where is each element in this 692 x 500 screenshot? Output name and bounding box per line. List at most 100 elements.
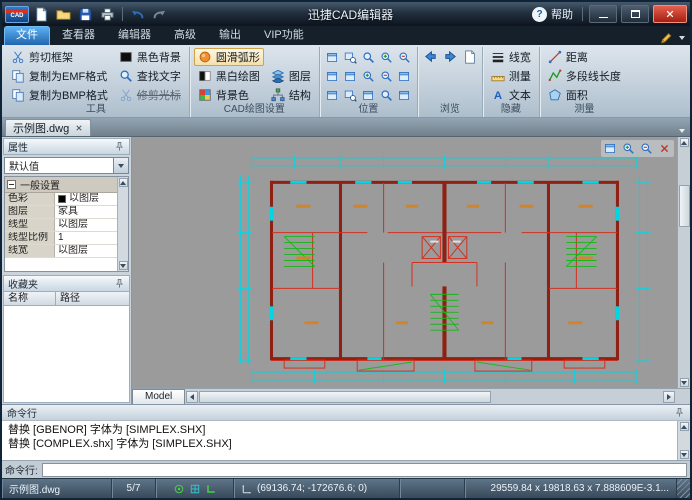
area-button[interactable]: 面积 (544, 86, 625, 104)
property-value[interactable]: 以图层 (55, 245, 117, 257)
viewport-close-button[interactable] (657, 141, 672, 156)
save-icon[interactable] (76, 5, 95, 23)
zoom-previous-button[interactable] (360, 86, 377, 104)
black-background-button[interactable]: 黑色背景 (115, 48, 185, 66)
viewport-zoom-window-button[interactable] (603, 141, 618, 156)
bw-drawing-button[interactable]: 黑白绘图 (194, 67, 264, 85)
redo-icon[interactable] (150, 5, 169, 23)
property-value[interactable]: 家具 (55, 206, 117, 218)
model-tab[interactable]: Model (132, 389, 185, 404)
new-file-icon[interactable] (32, 5, 51, 23)
properties-preset-select[interactable]: 默认值 (4, 157, 129, 174)
measure-toggle-button[interactable]: 测量 (487, 67, 535, 85)
pin-icon[interactable] (674, 407, 685, 418)
command-scrollbar[interactable] (677, 421, 690, 460)
scrollbar-thumb[interactable] (679, 185, 690, 227)
chevron-down-icon[interactable] (679, 36, 685, 40)
scroll-left-icon[interactable] (186, 391, 198, 403)
line-width-button[interactable]: 线宽 (487, 48, 535, 66)
clip-frame-button[interactable]: 剪切框架 (7, 48, 112, 66)
scroll-down-icon[interactable] (680, 378, 689, 387)
text-toggle-button[interactable]: 文本 (487, 86, 535, 104)
drawing-viewport[interactable] (132, 137, 690, 388)
property-value[interactable]: 以图层 (55, 193, 117, 205)
minimize-button[interactable] (589, 5, 617, 23)
zoom-out-button[interactable] (396, 48, 413, 66)
help-button[interactable]: ? 帮助 (532, 6, 573, 22)
pan-button[interactable] (396, 67, 413, 85)
zoom-dynamic-button[interactable] (342, 48, 359, 66)
tab-advanced[interactable]: 高级 (163, 27, 207, 45)
distance-button[interactable]: 距离 (544, 48, 625, 66)
grid-toggle-icon[interactable] (189, 483, 201, 495)
horizontal-scrollbar[interactable] (185, 389, 690, 404)
open-folder-icon[interactable] (54, 5, 73, 23)
tab-editor[interactable]: 编辑器 (107, 27, 162, 45)
viewport-zoom-out-button[interactable] (639, 141, 654, 156)
tab-output[interactable]: 输出 (208, 27, 252, 45)
forward-button[interactable] (442, 48, 459, 65)
scrollbar-thumb[interactable] (199, 391, 491, 403)
tab-viewer[interactable]: 查看器 (51, 27, 106, 45)
command-panel-header[interactable]: 命令行 (2, 404, 690, 420)
property-value[interactable]: 以图层 (55, 219, 117, 231)
scroll-up-icon[interactable] (680, 422, 689, 431)
property-grid-scrollbar[interactable] (117, 177, 128, 271)
command-input[interactable] (42, 463, 687, 477)
maximize-button[interactable] (621, 5, 649, 23)
property-value[interactable]: 1 (55, 232, 117, 244)
copy-bmp-button[interactable]: 复制为BMP格式 (7, 86, 112, 104)
zoom-in-button[interactable] (378, 48, 395, 66)
properties-header[interactable]: 属性 (3, 138, 130, 155)
tab-file[interactable]: 文件 (4, 26, 50, 45)
close-button[interactable] (653, 5, 687, 23)
osnap-toggle-icon[interactable] (173, 483, 185, 495)
zoom-object-button[interactable] (324, 86, 341, 104)
edit-pencil-icon[interactable] (659, 31, 673, 45)
favorites-col-path[interactable]: 路径 (56, 292, 129, 305)
zoom-all-button[interactable] (324, 67, 341, 85)
favorites-list[interactable] (3, 306, 130, 403)
property-section-header[interactable]: 一般设置 (5, 177, 117, 193)
command-history[interactable]: 替换 [GBENOR] 字体为 [SIMPLEX.SHX] 替换 [COMPLE… (2, 420, 690, 460)
scroll-up-icon[interactable] (119, 178, 128, 187)
collapse-icon[interactable] (7, 180, 16, 189)
print-icon[interactable] (98, 5, 117, 23)
ortho-toggle-icon[interactable] (205, 483, 217, 495)
document-tab[interactable]: 示例图.dwg (5, 119, 91, 136)
page-setup-button[interactable] (462, 48, 478, 65)
canvas-area: Model (132, 137, 690, 404)
copy-emf-button[interactable]: 复制为EMF格式 (7, 67, 112, 85)
scroll-down-icon[interactable] (680, 450, 689, 459)
scroll-down-icon[interactable] (119, 261, 128, 270)
scroll-up-icon[interactable] (680, 138, 689, 147)
layers-button[interactable]: 图层 (267, 67, 315, 85)
zoom-extents-button[interactable] (378, 86, 395, 104)
vertical-scrollbar[interactable] (677, 137, 690, 388)
back-button[interactable] (422, 48, 439, 65)
zoom-center-button[interactable] (342, 67, 359, 85)
zoom-scale-button[interactable] (342, 86, 359, 104)
structure-button[interactable]: 结构 (267, 86, 315, 104)
pin-icon[interactable] (114, 141, 125, 152)
favorites-col-name[interactable]: 名称 (4, 292, 56, 305)
background-color-button[interactable]: 背景色 (194, 86, 264, 104)
smooth-arc-button[interactable]: 圆滑弧形 (194, 48, 264, 66)
viewport-zoom-in-button[interactable] (621, 141, 636, 156)
tab-list-chevron-icon[interactable] (679, 129, 685, 133)
resize-grip[interactable] (677, 479, 690, 498)
scroll-right-icon[interactable] (663, 391, 675, 403)
zoom-fit-button[interactable] (396, 86, 413, 104)
pin-icon[interactable] (114, 278, 125, 289)
tab-vip[interactable]: VIP功能 (253, 27, 315, 45)
zoom-in-2-button[interactable] (360, 67, 377, 85)
undo-icon[interactable] (128, 5, 147, 23)
close-tab-icon[interactable] (75, 124, 83, 132)
find-text-button[interactable]: 查找文字 (115, 67, 185, 85)
zoom-out-2-button[interactable] (378, 67, 395, 85)
zoom-window-button[interactable] (324, 48, 341, 66)
combo-arrow[interactable] (113, 158, 128, 173)
favorites-header[interactable]: 收藏夹 (3, 275, 130, 292)
zoom-realtime-button[interactable] (360, 48, 377, 66)
polyline-length-button[interactable]: 多段线长度 (544, 67, 625, 85)
